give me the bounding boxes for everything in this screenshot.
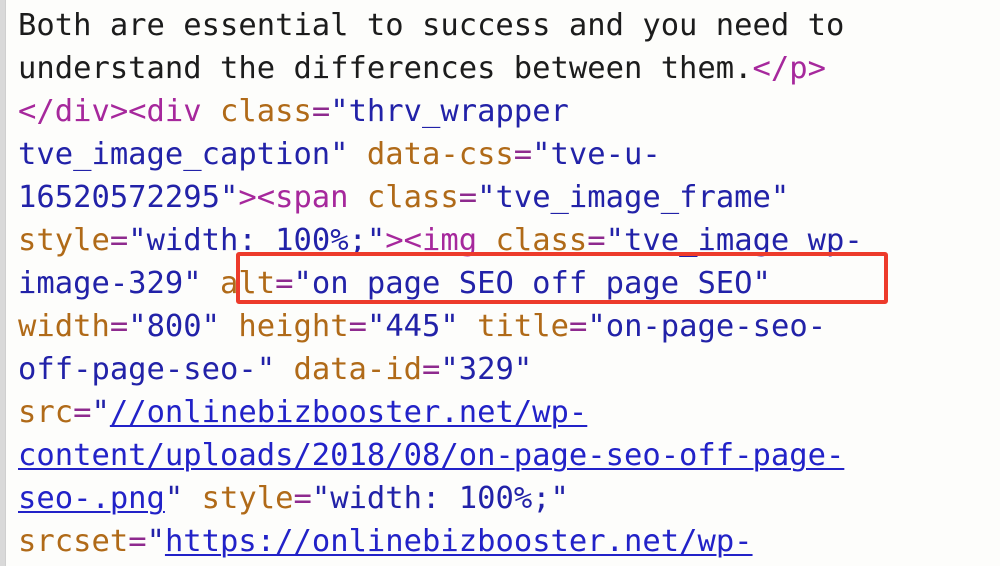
- equals-token: =: [348, 309, 367, 344]
- code-line: </div><div class="thrv_wrapper: [18, 90, 569, 133]
- code-line: understand the differences between them.…: [18, 47, 826, 90]
- url-link-token[interactable]: seo-.png: [18, 481, 165, 516]
- attribute-name-token: class: [220, 94, 312, 129]
- attribute-value-token: "800": [128, 309, 239, 344]
- equals-token: =: [458, 180, 478, 215]
- attribute-value-token: image-329": [18, 266, 220, 301]
- code-line: srcset="https://onlinebizbooster.net/wp-: [18, 520, 753, 563]
- url-link-token[interactable]: https://onlinebizbooster.net/wp-: [165, 524, 753, 559]
- plain-text-token: understand the differences between them.: [18, 51, 753, 86]
- attribute-value-token: "tve-u-: [532, 137, 661, 172]
- url-link-token[interactable]: //onlinebizbooster.net/wp-: [110, 395, 587, 430]
- url-link-token[interactable]: content/uploads/2018/08/on-page-seo-off-…: [18, 438, 844, 473]
- equals-token: =: [587, 223, 606, 258]
- equals-token: =: [293, 481, 312, 516]
- attribute-name-token: width: [18, 309, 110, 344]
- equals-token: =: [422, 352, 441, 387]
- html-tag-token: ><img: [385, 223, 496, 258]
- attribute-name-token: srcset: [18, 524, 129, 559]
- equals-token: =: [128, 524, 147, 559]
- code-line: 16520572295"><span class="tve_image_fram…: [18, 176, 789, 219]
- attribute-name-token: src: [18, 395, 74, 430]
- attribute-name-token: class: [495, 223, 588, 258]
- attribute-name-token: height: [238, 309, 349, 344]
- attribute-value-token: ": [91, 395, 110, 430]
- code-line: style="width: 100%;"><img class="tve_ima…: [18, 219, 863, 262]
- plain-text-token: Both are essential to success and you ne…: [18, 8, 845, 43]
- attribute-value-token: "width: 100%;": [311, 481, 569, 516]
- code-line: seo-.png" style="width: 100%;": [18, 477, 569, 520]
- attribute-value-token: "on page SEO off page SEO": [293, 266, 771, 301]
- equals-token: =: [109, 223, 129, 258]
- html-tag-token: </p>: [752, 51, 826, 86]
- attribute-name-token: class: [366, 180, 459, 215]
- code-line: Both are essential to success and you ne…: [18, 4, 844, 47]
- attribute-name-token: style: [201, 481, 294, 516]
- attribute-value-token: tve_image_caption": [18, 137, 367, 172]
- attribute-name-token: style: [18, 223, 110, 258]
- code-line: width="800" height="445" title="on-page-…: [18, 305, 826, 348]
- attribute-value-token: ": [146, 524, 165, 559]
- equals-token: =: [109, 309, 129, 344]
- code-line: image-329" alt="on page SEO off page SEO…: [18, 262, 771, 305]
- equals-token: =: [311, 94, 331, 129]
- equals-token: =: [568, 309, 588, 344]
- attribute-value-token: ": [164, 481, 202, 516]
- code-line: tve_image_caption" data-css="tve-u-: [18, 133, 661, 176]
- code-line: off-page-seo-" data-id="329": [18, 348, 532, 391]
- attribute-value-token: "329": [440, 352, 533, 387]
- attribute-name-token: alt: [220, 266, 276, 301]
- attribute-value-token: 16520572295": [18, 180, 239, 215]
- html-tag-token: </div><div: [18, 94, 220, 129]
- html-tag-token: ><span: [238, 180, 367, 215]
- attribute-name-token: data-css: [366, 137, 514, 172]
- code-line: src="//onlinebizbooster.net/wp-: [18, 391, 587, 434]
- attribute-value-token: "tve_image wp-: [605, 223, 863, 258]
- equals-token: =: [275, 266, 294, 301]
- attribute-name-token: title: [477, 309, 569, 344]
- attribute-value-token: "on-page-seo-: [587, 309, 827, 344]
- source-code-viewport: Both are essential to success and you ne…: [0, 0, 1000, 566]
- equals-token: =: [513, 137, 533, 172]
- equals-token: =: [73, 395, 92, 430]
- attribute-value-token: "tve_image_frame": [477, 180, 790, 215]
- attribute-value-token: off-page-seo-": [18, 352, 294, 387]
- attribute-name-token: data-id: [293, 352, 422, 387]
- attribute-value-token: "thrv_wrapper: [330, 94, 569, 129]
- code-surface[interactable]: Both are essential to success and you ne…: [0, 0, 1000, 566]
- code-line: content/uploads/2018/08/on-page-seo-off-…: [18, 434, 844, 477]
- attribute-value-token: "width: 100%;": [128, 223, 386, 258]
- attribute-value-token: "445": [366, 309, 478, 344]
